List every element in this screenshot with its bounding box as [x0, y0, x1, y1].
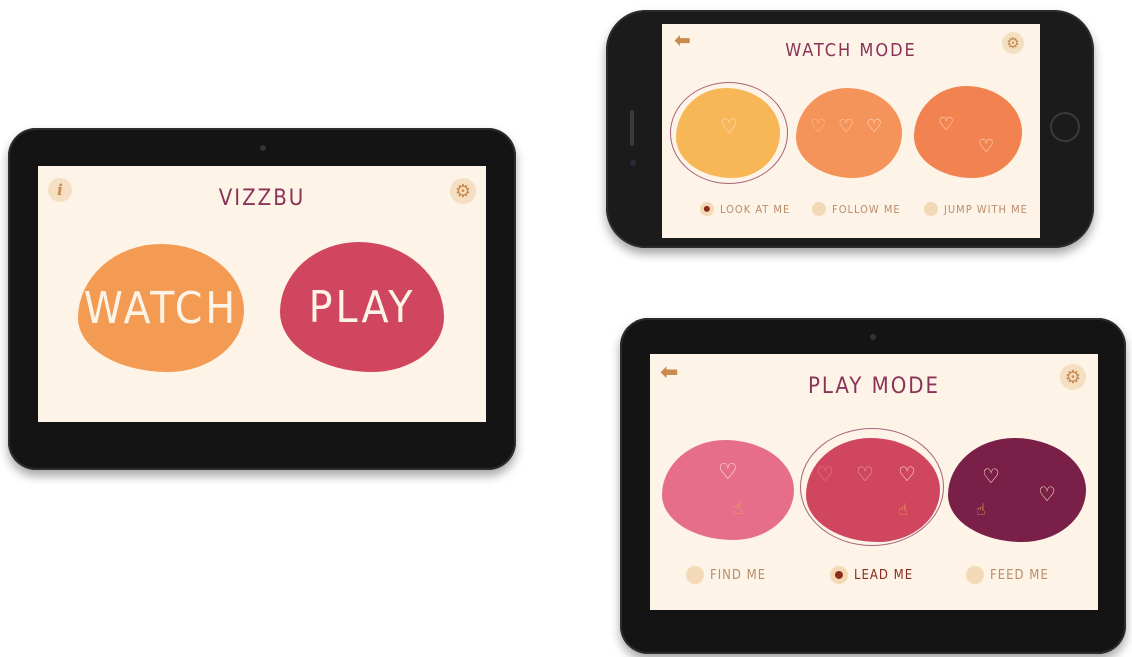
bunny-icon: ♡: [816, 462, 834, 486]
selection-ring: [800, 428, 944, 546]
tablet-play-device: ⬅ PLAY MODE ⚙ ♡ ☝ ♡ ♡ ♡ ☝ ♡ ♡ ☝ FIND ME …: [620, 318, 1126, 654]
option-label: LOOK AT ME: [720, 202, 791, 216]
watch-button-label: WATCH: [83, 282, 239, 334]
watch-mode-title: WATCH MODE: [785, 40, 917, 61]
radio-unselected[interactable]: [812, 202, 826, 216]
play-button-label: PLAY: [308, 281, 416, 333]
radio-selected[interactable]: [700, 202, 714, 216]
gear-icon[interactable]: ⚙: [450, 178, 476, 204]
jump-with-me-card[interactable]: [914, 86, 1022, 178]
tablet-home-screen: i VIZZBU ⚙ WATCH PLAY: [38, 166, 486, 422]
play-button[interactable]: PLAY: [280, 242, 444, 372]
pointing-finger-icon: ☝: [898, 500, 908, 519]
radio-selected[interactable]: [830, 566, 848, 584]
option-label: FIND ME: [710, 567, 767, 583]
app-title: VIZZBU: [218, 186, 306, 211]
option-follow-me[interactable]: FOLLOW ME: [812, 202, 901, 216]
phone-speaker: [630, 110, 634, 146]
radio-unselected[interactable]: [686, 566, 704, 584]
option-find-me[interactable]: FIND ME: [686, 566, 766, 584]
bunny-icon: ♡: [810, 116, 827, 137]
bunny-icon: ♡: [938, 114, 955, 135]
bunny-icon: ♡: [718, 460, 738, 485]
gear-icon[interactable]: ⚙: [1002, 32, 1024, 54]
tablet-home-device: i VIZZBU ⚙ WATCH PLAY: [8, 128, 516, 470]
camera-dot: [870, 334, 876, 340]
tablet-play-screen: ⬅ PLAY MODE ⚙ ♡ ☝ ♡ ♡ ♡ ☝ ♡ ♡ ☝ FIND ME …: [650, 354, 1098, 610]
bunny-icon: ♡: [720, 114, 738, 138]
bunny-icon: ♡: [898, 462, 916, 486]
bunny-icon: ♡: [838, 116, 855, 137]
play-mode-title: PLAY MODE: [807, 374, 941, 399]
bunny-icon: ♡: [856, 462, 874, 486]
phone-camera: [630, 160, 636, 166]
option-look-at-me[interactable]: LOOK AT ME: [700, 202, 790, 216]
camera-dot: [260, 145, 266, 151]
bunny-icon: ♡: [978, 136, 995, 157]
pointing-finger-icon: ☝: [732, 498, 743, 519]
phone-watch-screen: ⬅ WATCH MODE ⚙ ♡ ♡ ♡ ♡ ♡ ♡ LOOK AT ME FO…: [662, 24, 1040, 238]
option-label: FEED ME: [990, 567, 1049, 583]
pointing-finger-icon: ☝: [976, 500, 986, 519]
watch-button[interactable]: WATCH: [78, 244, 244, 372]
gear-icon[interactable]: ⚙: [1060, 364, 1086, 390]
home-button[interactable]: [1050, 112, 1080, 142]
feed-me-card[interactable]: [948, 438, 1086, 542]
option-jump-with-me[interactable]: JUMP WITH ME: [924, 202, 1028, 216]
bunny-icon: ♡: [982, 464, 1000, 488]
option-label: JUMP WITH ME: [944, 202, 1028, 216]
option-label: FOLLOW ME: [832, 202, 901, 216]
option-label: LEAD ME: [854, 567, 914, 583]
bunny-icon: ♡: [866, 116, 883, 137]
bunny-icon: ♡: [1038, 482, 1056, 506]
radio-unselected[interactable]: [924, 202, 938, 216]
option-feed-me[interactable]: FEED ME: [966, 566, 1049, 584]
radio-unselected[interactable]: [966, 566, 984, 584]
phone-watch-device: ⬅ WATCH MODE ⚙ ♡ ♡ ♡ ♡ ♡ ♡ LOOK AT ME FO…: [606, 10, 1094, 248]
find-me-card[interactable]: [662, 440, 794, 540]
option-lead-me[interactable]: LEAD ME: [830, 566, 913, 584]
